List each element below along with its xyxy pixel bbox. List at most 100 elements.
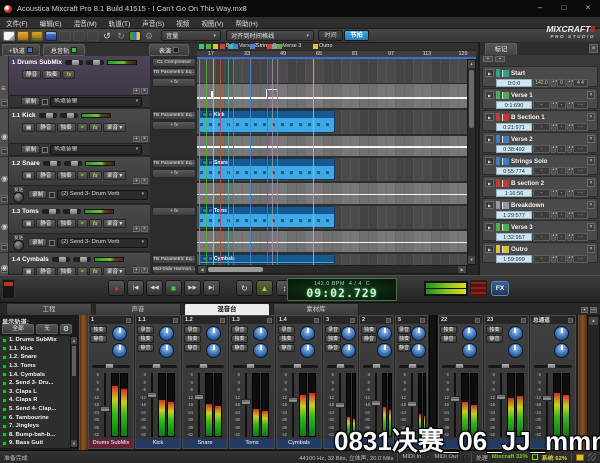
eq-knob[interactable] xyxy=(411,326,426,341)
volume-slider[interactable] xyxy=(42,209,60,214)
solo-button[interactable]: 独奏 xyxy=(57,123,76,132)
spinner[interactable]: ▲▼ xyxy=(551,255,556,263)
record-automation-button[interactable]: 录制 xyxy=(21,145,40,154)
instrument-button[interactable]: ▦ xyxy=(22,219,35,228)
record-automation-button[interactable]: 录制 xyxy=(21,97,40,106)
mute-button[interactable]: 静音 xyxy=(36,171,55,180)
scrollbar-handle[interactable] xyxy=(469,70,474,128)
marker-name[interactable]: B Section 1 xyxy=(511,114,545,121)
close-button[interactable]: × xyxy=(576,0,600,17)
bottom-tab[interactable]: 混音台 xyxy=(184,303,270,315)
mute-button[interactable]: 静音 xyxy=(36,219,55,228)
channel-solo-button[interactable]: 独奏 xyxy=(440,326,457,334)
marker-time-field[interactable]: 0:55:774 xyxy=(496,167,532,175)
volume-fader[interactable] xyxy=(542,373,552,437)
delete-marker-button[interactable]: × xyxy=(587,179,595,187)
timeline-marker-flag[interactable] xyxy=(199,42,205,50)
automation-line[interactable] xyxy=(197,242,467,244)
eq-knob[interactable] xyxy=(206,326,221,341)
channel-menu-icon[interactable] xyxy=(350,318,355,323)
spinner[interactable]: ▲▼ xyxy=(567,123,572,131)
track-lane[interactable] xyxy=(197,84,467,108)
instrument-button[interactable]: ▦ xyxy=(22,123,35,132)
spinner[interactable]: ▲▼ xyxy=(551,233,556,241)
mixer-track-list-item[interactable]: 2. Send 3- Dru... xyxy=(0,379,70,388)
collapse-button[interactable]: — xyxy=(1,195,8,202)
channel-menu-icon[interactable] xyxy=(420,318,425,323)
marker-key-field[interactable]: - xyxy=(557,167,566,175)
timeline-marker-flag[interactable]: Outro xyxy=(313,42,332,50)
spinner[interactable]: ▲▼ xyxy=(567,211,572,219)
channel-menu-icon[interactable] xyxy=(314,318,319,323)
marker-time-field[interactable]: 1:59:999 xyxy=(496,255,532,263)
volume-fader[interactable] xyxy=(100,373,110,437)
arm-record-button[interactable]: 录音 ▾ xyxy=(103,171,127,180)
menu-item[interactable]: 编辑(E) xyxy=(34,18,68,28)
clip-loop-icon[interactable] xyxy=(208,160,213,165)
marker-tempo-field[interactable]: - xyxy=(533,189,550,197)
channel-menu-icon[interactable] xyxy=(521,318,526,323)
automation-param-select[interactable]: 轨道音量▾ xyxy=(50,145,142,155)
track-name[interactable]: Toms xyxy=(22,208,39,215)
track-lane[interactable]: Snare xyxy=(197,158,467,181)
fx-plugin-button[interactable]: + fx xyxy=(152,207,196,216)
spinner[interactable]: ▲▼ xyxy=(567,101,572,109)
marker-timesig-field[interactable]: 4 4 xyxy=(573,79,588,87)
new-file-icon[interactable] xyxy=(3,31,15,41)
mixer-track-list-item[interactable]: 1.4. Cymbals xyxy=(0,370,70,379)
menu-item[interactable]: 声音(S) xyxy=(136,18,170,28)
send-knob[interactable] xyxy=(13,192,24,203)
settings-gear-icon[interactable]: ⚙ xyxy=(143,31,155,41)
checkbox-icon[interactable] xyxy=(2,389,7,394)
checkbox-icon[interactable] xyxy=(2,432,7,437)
marker-color[interactable] xyxy=(496,223,500,231)
mute-button[interactable]: 静音 xyxy=(36,123,55,132)
spinner[interactable]: ▲▼ xyxy=(551,189,556,197)
fx-plugin-button[interactable]: + fx xyxy=(152,78,196,87)
perform-toggle[interactable]: 表演 xyxy=(149,44,189,56)
fader-handle[interactable] xyxy=(335,402,345,408)
arm-record-button[interactable]: 录音 ▾ xyxy=(103,123,127,132)
clip-loop-icon[interactable] xyxy=(208,256,213,261)
marker-color[interactable] xyxy=(496,91,500,99)
solo-button[interactable]: 独奏 xyxy=(42,70,61,79)
menu-item[interactable]: 视图(V) xyxy=(195,18,229,28)
play-from-marker-button[interactable]: ▶ xyxy=(485,69,494,77)
fader-handle[interactable] xyxy=(194,394,204,400)
marker-key-field[interactable]: - xyxy=(557,233,566,241)
track-lane[interactable]: Toms xyxy=(197,206,467,229)
eq-knob[interactable] xyxy=(554,326,569,341)
show-all-button[interactable]: 全部 xyxy=(2,324,34,334)
fx-button[interactable]: fx xyxy=(89,171,102,180)
send-knob[interactable] xyxy=(13,240,24,251)
add-track-button[interactable]: +轨道 xyxy=(2,44,40,56)
channel-menu-icon[interactable] xyxy=(267,318,272,323)
channel-menu-icon[interactable] xyxy=(220,318,225,323)
instrument-button[interactable]: ▦ xyxy=(22,171,35,180)
pan-knob[interactable] xyxy=(206,343,221,358)
marker-tempo-field[interactable]: 142.0 xyxy=(533,79,550,87)
record-automation-button[interactable]: 录制 xyxy=(28,190,47,199)
marker-name[interactable]: Strings Solo xyxy=(511,158,547,165)
marker-time-field[interactable]: 1:29:577 xyxy=(496,211,532,219)
spinner[interactable]: ▲▼ xyxy=(567,233,572,241)
track-name[interactable]: Cymbals xyxy=(22,256,49,263)
clip-menu-icon[interactable] xyxy=(202,256,207,261)
automation-line[interactable] xyxy=(197,97,467,99)
marker-key-field[interactable]: - xyxy=(557,189,566,197)
fx-button[interactable]: fx xyxy=(89,123,102,132)
spinner[interactable]: ▲▼ xyxy=(551,79,556,87)
remove-lane-button[interactable]: × xyxy=(141,226,148,232)
mix-to-new-track-icon[interactable] xyxy=(129,31,141,41)
lock-icon[interactable] xyxy=(49,192,55,198)
timeline-horizontal-scrollbar[interactable]: ◀ ▶ xyxy=(197,265,467,274)
pan-slider[interactable] xyxy=(86,60,104,65)
delete-marker-button[interactable]: × xyxy=(587,157,595,165)
spinner[interactable]: ▲▼ xyxy=(567,167,572,175)
marker-color[interactable] xyxy=(496,201,500,209)
channel-mute-button[interactable]: 静音 xyxy=(184,344,201,352)
clip-loop-icon[interactable] xyxy=(208,112,213,117)
spinner[interactable]: ▲▼ xyxy=(551,211,556,219)
fader-handle[interactable] xyxy=(542,395,552,401)
marker-key-field[interactable]: - xyxy=(557,123,566,131)
